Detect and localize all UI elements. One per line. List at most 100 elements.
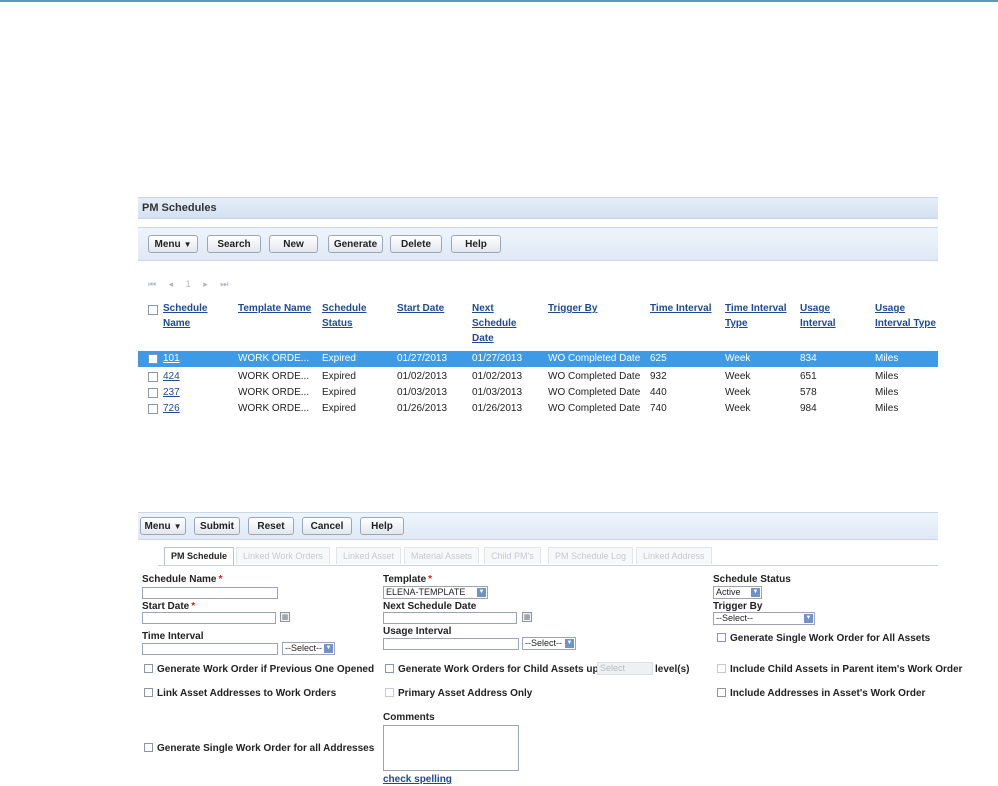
tab-pm-schedule[interactable]: PM Schedule — [164, 547, 235, 565]
calendar-icon[interactable]: ▦ — [280, 612, 290, 622]
first-page-icon[interactable]: ⏮ — [148, 279, 158, 289]
pm-schedules-list-panel: PM Schedules Menu ▼ Search New Generate D… — [138, 197, 938, 427]
start-date-input[interactable] — [142, 612, 276, 624]
pager: ⏮ ◂ 1 ▸ ⏭ — [148, 279, 236, 290]
time-interval-cell: 440 — [650, 387, 667, 398]
include-child-assets-checkbox[interactable]: Include Child Assets in Parent item's Wo… — [717, 664, 962, 675]
column-header-next-schedule-date[interactable]: Next Schedule Date — [472, 301, 522, 346]
table-row[interactable]: 101 WORK ORDE... Expired 01/27/2013 01/2… — [138, 351, 938, 367]
template-select[interactable]: ELENA-TEMPLATE ▼ — [383, 586, 488, 599]
row-checkbox[interactable] — [148, 388, 158, 398]
checkbox-box[interactable] — [385, 664, 394, 673]
checkbox-box[interactable] — [385, 688, 394, 697]
schedule-name-label: Schedule Name * — [142, 574, 222, 585]
schedule-name-label-text: Schedule Name — [142, 574, 217, 585]
chevron-down-icon: ▼ — [804, 614, 813, 623]
check-spelling-link[interactable]: check spelling — [383, 774, 452, 785]
column-header-usage-interval[interactable]: Usage Interval — [800, 301, 850, 331]
tab-pm-schedule-log[interactable]: PM Schedule Log — [548, 547, 634, 564]
prev-page-icon[interactable]: ◂ — [169, 279, 176, 289]
select-all-checkbox[interactable] — [148, 305, 158, 315]
checkbox-box[interactable] — [144, 688, 153, 697]
link-asset-addresses-checkbox[interactable]: Link Asset Addresses to Work Orders — [144, 688, 336, 699]
next-date-cell: 01/26/2013 — [472, 403, 523, 414]
primary-asset-address-checkbox[interactable]: Primary Asset Address Only — [385, 688, 532, 699]
checkbox-box[interactable] — [717, 633, 726, 642]
tab-linked-work-orders[interactable]: Linked Work Orders — [236, 547, 330, 564]
tab-linked-asset[interactable]: Linked Asset — [336, 547, 402, 564]
generate-single-wo-all-addresses-checkbox[interactable]: Generate Single Work Order for all Addre… — [144, 743, 374, 754]
search-button[interactable]: Search — [207, 235, 261, 253]
checkbox-label: Primary Asset Address Only — [398, 688, 533, 699]
schedule-status-select[interactable]: Active ▼ — [713, 586, 762, 599]
include-addresses-checkbox[interactable]: Include Addresses in Asset's Work Order — [717, 688, 925, 699]
required-marker: * — [428, 574, 433, 585]
template-value: ELENA-TEMPLATE — [386, 587, 466, 597]
usage-interval-label: Usage Interval — [383, 626, 452, 637]
trigger-by-select[interactable]: --Select-- ▼ — [713, 612, 815, 625]
child-asset-levels-select[interactable]: Select — [597, 662, 653, 675]
schedule-name-link[interactable]: 424 — [163, 371, 180, 383]
last-page-icon[interactable]: ⏭ — [220, 279, 230, 289]
next-page-icon[interactable]: ▸ — [203, 279, 210, 289]
tab-linked-address[interactable]: Linked Address — [636, 547, 712, 564]
new-button[interactable]: New — [269, 235, 318, 253]
help-button[interactable]: Help — [451, 235, 501, 253]
column-header-trigger-by[interactable]: Trigger By — [548, 301, 618, 316]
column-header-schedule-status[interactable]: Schedule Status — [322, 301, 372, 331]
time-interval-input[interactable] — [142, 643, 278, 655]
cancel-button[interactable]: Cancel — [302, 517, 352, 535]
schedule-name-input[interactable] — [142, 587, 278, 599]
column-header-time-interval[interactable]: Time Interval — [650, 301, 720, 316]
checkbox-box[interactable] — [144, 743, 153, 752]
checkbox-label: Generate Work Order if Previous One Open… — [157, 664, 375, 675]
row-checkbox[interactable] — [148, 354, 158, 364]
submit-button[interactable]: Submit — [194, 517, 240, 535]
column-header-start-date[interactable]: Start Date — [397, 301, 457, 316]
next-schedule-date-input[interactable] — [383, 612, 517, 624]
generate-single-wo-all-assets-checkbox[interactable]: Generate Single Work Order for All Asset… — [717, 633, 930, 644]
usage-interval-unit-select[interactable]: --Select-- ▼ — [522, 637, 576, 650]
column-header-schedule-name[interactable]: Schedule Name — [163, 301, 213, 331]
usage-type-cell: Miles — [875, 353, 899, 364]
trigger-cell: WO Completed Date — [548, 403, 641, 414]
row-checkbox[interactable] — [148, 404, 158, 414]
next-date-cell: 01/27/2013 — [472, 353, 523, 364]
table-row[interactable]: 726 WORK ORDE... Expired 01/26/2013 01/2… — [138, 401, 938, 417]
form-toolbar: Menu ▼ Submit Reset Cancel Help — [138, 512, 938, 540]
trigger-by-value: --Select-- — [716, 613, 754, 623]
calendar-icon[interactable]: ▦ — [522, 612, 532, 622]
schedule-name-link[interactable]: 237 — [163, 387, 180, 399]
window-top-border — [0, 0, 998, 2]
checkbox-box[interactable] — [144, 664, 153, 673]
usage-interval-unit-value: --Select-- — [525, 638, 563, 648]
generate-wo-if-previous-opened-checkbox[interactable]: Generate Work Order if Previous One Open… — [144, 664, 374, 675]
form-help-button[interactable]: Help — [360, 517, 404, 535]
delete-button[interactable]: Delete — [390, 235, 442, 253]
schedule-name-link[interactable]: 101 — [163, 353, 180, 365]
form-menu-button[interactable]: Menu ▼ — [140, 517, 186, 535]
usage-interval-input[interactable] — [383, 638, 519, 650]
schedule-status-value: Active — [716, 587, 741, 597]
trigger-by-label: Trigger By — [713, 601, 763, 612]
generate-wo-child-assets-checkbox[interactable]: Generate Work Orders for Child Assets up… — [385, 664, 611, 675]
status-cell: Expired — [322, 387, 356, 398]
reset-button[interactable]: Reset — [248, 517, 294, 535]
tab-child-pms[interactable]: Child PM's — [484, 547, 541, 564]
schedule-name-link[interactable]: 726 — [163, 403, 180, 415]
column-header-template-name[interactable]: Template Name — [238, 301, 318, 316]
comments-textarea[interactable] — [383, 725, 519, 771]
row-checkbox[interactable] — [148, 372, 158, 382]
checkbox-box[interactable] — [717, 664, 726, 673]
usage-interval-cell: 834 — [800, 353, 817, 364]
tab-material-assets[interactable]: Material Assets — [404, 547, 480, 564]
time-type-cell: Week — [725, 403, 751, 414]
column-header-time-interval-type[interactable]: Time Interval Type — [725, 301, 789, 331]
checkbox-box[interactable] — [717, 688, 726, 697]
generate-button[interactable]: Generate — [328, 235, 383, 253]
time-interval-unit-select[interactable]: --Select-- ▼ — [282, 642, 335, 655]
table-row[interactable]: 424 WORK ORDE... Expired 01/02/2013 01/0… — [138, 369, 938, 385]
table-row[interactable]: 237 WORK ORDE... Expired 01/03/2013 01/0… — [138, 385, 938, 401]
column-header-usage-interval-type[interactable]: Usage Interval Type — [875, 301, 939, 331]
menu-button[interactable]: Menu ▼ — [148, 235, 198, 253]
